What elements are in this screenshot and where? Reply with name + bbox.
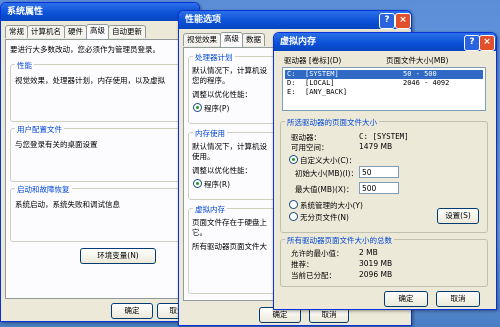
drive-label: [LOCAL] — [305, 79, 335, 87]
min-value: 2 MB — [359, 248, 378, 257]
sys-title: 系统属性 — [7, 7, 44, 17]
min-label: 允许的最小值： — [291, 249, 344, 258]
drive-letter: C: — [287, 70, 296, 78]
help-icon[interactable]: ? — [379, 13, 395, 29]
system-managed-label: 系统管理的大小(Y) — [300, 201, 363, 210]
tab-hardware[interactable]: 硬件 — [64, 25, 87, 38]
set-button[interactable]: 设置(S) — [437, 208, 479, 224]
size-column-header: 页面文件大小(MB) — [386, 56, 449, 65]
drive-row[interactable]: D: [LOCAL] 2046 - 4092 — [285, 79, 483, 88]
radio-icon — [289, 200, 298, 209]
drive-size: 50 - 500 — [403, 70, 437, 78]
vm-text-2: 它。 — [192, 228, 207, 237]
selected-drive-group: 所选驱动器的页面文件大小 驱动器： C: [SYSTEM] 可用空间： 1479… — [280, 117, 488, 233]
system-properties-window: 系统属性 常规 计算机名 硬件 高级 自动更新 要进行大多数改动，您必须作为管理员登录。… — [0, 2, 200, 322]
drive-label: [ANY_BACK] — [305, 88, 348, 96]
vm-ok-button[interactable]: 确定 — [384, 291, 428, 307]
profile-group: 用户配置文件 与您登录有关的桌面设置 — [10, 124, 190, 182]
custom-size-label: 自定义大小(C)： — [300, 156, 357, 165]
sys-title-bar: 系统属性 — [1, 3, 199, 21]
desktop: { "sys": { "title": "系统属性", "tabs": ["常规… — [0, 0, 500, 327]
total-size-group: 所有驱动器页面文件大小的总数 允许的最小值： 2 MB 推荐： 3019 MB … — [280, 235, 488, 287]
admin-notice: 要进行大多数改动，您必须作为管理员登录。 — [10, 45, 160, 54]
sys-ok-button[interactable]: 确定 — [111, 303, 153, 319]
drive-value: C: [SYSTEM] — [359, 132, 409, 141]
no-paging-radio[interactable]: 无分页文件(N) — [289, 212, 349, 223]
profile-text: 与您登录有关的桌面设置 — [15, 140, 98, 149]
current-label: 当前已分配： — [291, 271, 336, 280]
profile-title: 用户配置文件 — [15, 124, 64, 135]
vm-cancel-button[interactable]: 取消 — [436, 291, 480, 307]
tab-visual-effects[interactable]: 视觉效果 — [183, 33, 221, 46]
close-icon[interactable]: × — [395, 13, 411, 29]
tab-general[interactable]: 常规 — [5, 25, 28, 38]
perf-title: 性能选项 — [185, 15, 222, 25]
performance-title: 性能 — [15, 60, 34, 71]
vm-group-title: 虚拟内存 — [193, 204, 227, 215]
performance-text: 视觉效果，处理器计划，内存使用，以及虚拟 — [15, 76, 165, 85]
drive-row[interactable]: C: [SYSTEM] 50 - 500 — [285, 70, 483, 79]
cpu-adjust-label: 调整以优化性能： — [192, 90, 252, 99]
performance-group: 性能 视觉效果，处理器计划，内存使用，以及虚拟 — [10, 60, 190, 122]
environment-variables-button[interactable]: 环境变量(N) — [80, 248, 156, 264]
drive-size: 2046 - 4092 — [403, 79, 450, 87]
mem-program-radio[interactable]: 程序(R) — [193, 179, 230, 190]
startup-group: 启动和故障恢复 系统启动，系统失败和调试信息 — [10, 184, 190, 242]
system-managed-radio[interactable]: 系统管理的大小(Y) — [289, 200, 363, 211]
sys-panel: 要进行大多数改动，您必须作为管理员登录。 性能 视觉效果，处理器计划，内存使用，… — [5, 39, 195, 299]
drive-list[interactable]: C: [SYSTEM] 50 - 500 D: [LOCAL] 2046 - 4… — [282, 67, 486, 111]
vm-close-icon[interactable]: × — [479, 35, 495, 51]
tab-data[interactable]: 数据 — [242, 33, 265, 46]
vm-title-bar: 虚拟内存 ? × — [274, 33, 496, 51]
drive-row[interactable]: E: [ANY_BACK] — [285, 88, 483, 97]
tab-perf-advanced[interactable]: 高级 — [220, 32, 243, 47]
drive-letter: E: — [287, 88, 296, 96]
no-paging-label: 无分页文件(N) — [300, 213, 349, 222]
radio-icon — [289, 212, 298, 221]
mem-text-2: 使用。 — [192, 152, 215, 161]
total-size-title: 所有驱动器页面文件大小的总数 — [285, 235, 394, 246]
cpu-title: 处理器计划 — [193, 52, 235, 63]
tab-computer-name[interactable]: 计算机名 — [27, 25, 65, 38]
radio-icon — [193, 179, 202, 188]
vm-title: 虚拟内存 — [280, 37, 317, 47]
max-size-input[interactable]: 500 — [359, 182, 399, 194]
custom-size-radio[interactable]: 自定义大小(C)： — [289, 155, 356, 166]
drive-label: [SYSTEM] — [305, 70, 339, 78]
tab-advanced[interactable]: 高级 — [86, 24, 109, 39]
virtual-memory-dialog: 虚拟内存 ? × 驱动器 [卷标](D) 页面文件大小(MB) C: [SYST… — [273, 32, 497, 310]
recommended-label: 推荐： — [291, 260, 314, 269]
memory-title: 内存使用 — [193, 128, 227, 139]
startup-title: 启动和故障恢复 — [15, 184, 72, 195]
tab-auto-update[interactable]: 自动更新 — [108, 25, 146, 38]
startup-text: 系统启动，系统失败和调试信息 — [15, 200, 120, 209]
cpu-text-2: 您的程序。 — [192, 76, 230, 85]
drive-column-header: 驱动器 [卷标](D) — [284, 56, 342, 65]
space-value: 1479 MB — [359, 142, 393, 151]
vm-total-text: 所有驱动器页面文件大 — [192, 242, 267, 251]
vm-help-icon[interactable]: ? — [464, 35, 480, 51]
perf-title-bar: 性能选项 ? × — [179, 11, 411, 29]
selected-drive-title: 所选驱动器的页面文件大小 — [285, 117, 379, 128]
max-size-label: 最大值(MB)(X)： — [295, 185, 354, 194]
mem-program-label: 程序(R) — [204, 180, 231, 189]
cpu-program-label: 程序(P) — [204, 104, 230, 113]
mem-adjust-label: 调整以优化性能： — [192, 166, 252, 175]
cpu-program-radio[interactable]: 程序(P) — [193, 103, 229, 114]
drive-letter: D: — [287, 79, 296, 87]
radio-icon — [193, 103, 202, 112]
sys-tabs: 常规 计算机名 硬件 高级 自动更新 — [5, 24, 195, 39]
current-value: 2096 MB — [359, 270, 393, 279]
initial-size-label: 初始大小(MB)(I)： — [295, 169, 359, 178]
space-label: 可用空间： — [291, 143, 329, 152]
recommended-value: 3019 MB — [359, 259, 393, 268]
radio-icon — [289, 155, 298, 164]
initial-size-input[interactable]: 50 — [359, 166, 399, 178]
